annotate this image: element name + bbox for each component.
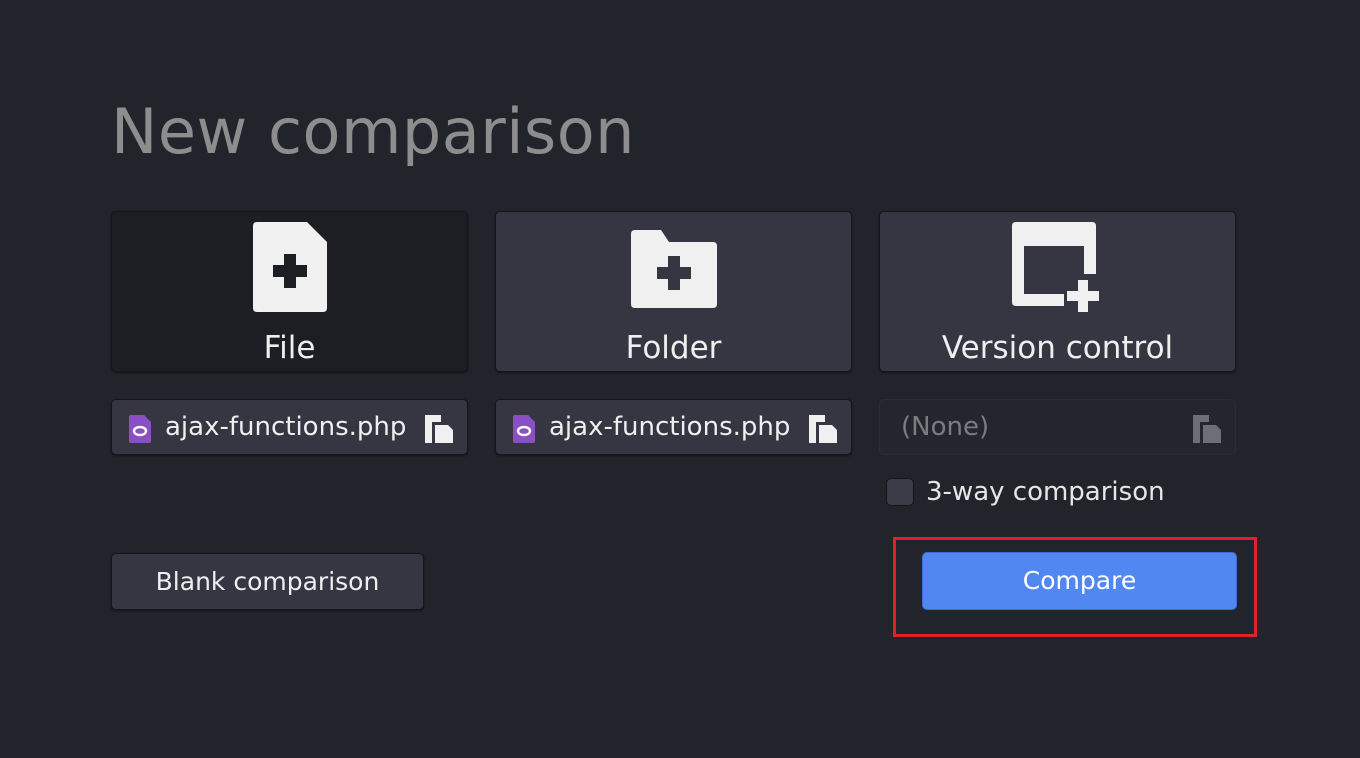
third-file-chooser: (None) [879,399,1236,455]
browse-icon[interactable] [424,414,454,448]
folder-mode-label: Folder [625,330,722,366]
php-file-icon [129,415,151,447]
php-file-icon [513,415,535,447]
folder-mode-button[interactable]: Folder [495,211,852,372]
second-file-chooser[interactable]: ajax-functions.php [495,399,852,455]
compare-button[interactable]: Compare [922,552,1237,610]
three-way-label: 3-way comparison [926,477,1165,507]
first-file-chooser[interactable]: ajax-functions.php [111,399,468,455]
browse-icon [1192,414,1222,448]
file-mode-label: File [263,330,316,366]
first-file-name: ajax-functions.php [165,412,407,442]
version-control-mode-button[interactable]: Version control [879,211,1236,372]
folder-add-icon [630,230,717,312]
second-file-name: ajax-functions.php [549,412,791,442]
three-way-checkbox[interactable] [886,478,914,506]
file-mode-button[interactable]: File [111,211,468,372]
file-add-icon [252,222,327,316]
browse-icon[interactable] [808,414,838,448]
version-control-mode-label: Version control [941,330,1174,366]
blank-comparison-button[interactable]: Blank comparison [111,553,424,610]
third-file-name: (None) [901,412,990,442]
page-title: New comparison [111,95,635,168]
version-control-add-icon [1011,222,1104,316]
